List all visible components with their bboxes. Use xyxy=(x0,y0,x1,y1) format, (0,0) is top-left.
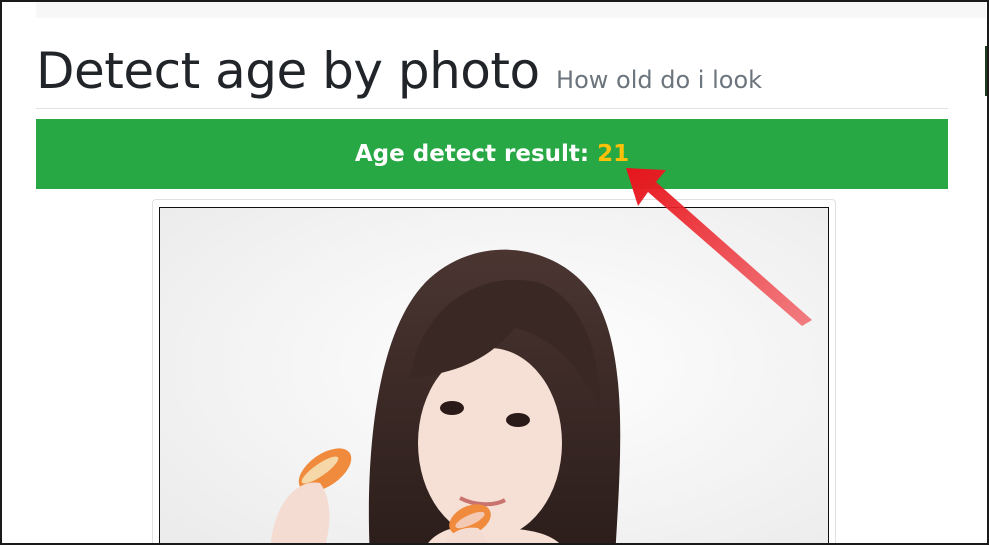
page-title: Detect age by photo xyxy=(36,42,540,100)
top-navbar-strip xyxy=(36,2,986,18)
sidebar-edge xyxy=(985,46,987,96)
page-subtitle: How old do i look xyxy=(556,66,763,94)
page-header: Detect age by photo How old do i look xyxy=(36,40,948,109)
red-arrow-icon xyxy=(626,168,812,326)
result-label: Age detect result: xyxy=(354,141,590,167)
screenshot-frame: Detect age by photo How old do i look Ag… xyxy=(0,0,989,545)
